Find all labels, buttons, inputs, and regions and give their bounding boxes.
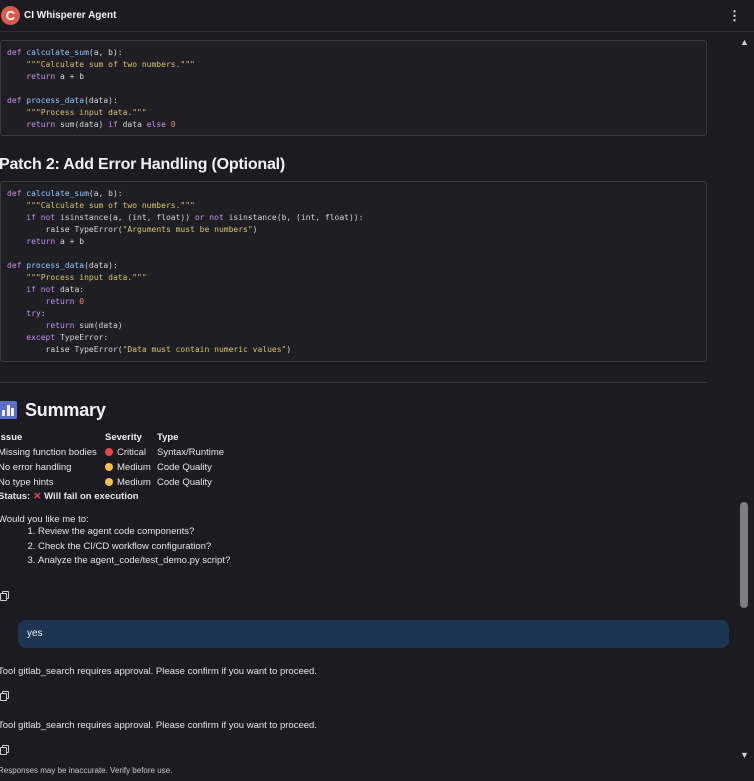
issue-cell: No type hints <box>0 477 54 488</box>
code-line: if not data: <box>26 285 85 294</box>
code-line: except TypeError: <box>26 333 109 342</box>
copy-icon[interactable] <box>0 691 9 701</box>
type-cell: Syntax/Runtime <box>157 447 225 458</box>
severity-dot-icon <box>105 448 113 456</box>
summary-title: Summary <box>25 400 106 420</box>
severity-dot-icon <box>105 478 113 486</box>
code-line: return sum(data) if data else 0 <box>26 120 176 129</box>
code-line: """Process input data.""" <box>7 273 147 282</box>
issues-table: Issue Severity Type Missing function bod… <box>0 430 226 490</box>
scroll-up-arrow-icon[interactable]: ▲ <box>740 37 749 47</box>
severity-dot-icon <box>105 463 113 471</box>
issue-cell: Missing function bodies <box>0 447 97 458</box>
tool-approval-message: Tool gitlab_search requires approval. Pl… <box>0 720 317 731</box>
code-line: if not isinstance(a, (int, float)) or no… <box>26 213 364 222</box>
copy-icon[interactable] <box>0 745 9 755</box>
table-row: Missing function bodies Critical Syntax/Ru… <box>0 445 226 460</box>
user-message-bubble: yes <box>18 620 729 648</box>
code-block-patch2: def calculate_sum(a, b): """Calculate su… <box>0 181 707 362</box>
user-message-text: yes <box>27 628 43 639</box>
tool-approval-message: Tool gitlab_search requires approval. Pl… <box>0 666 317 677</box>
code-line: def calculate_sum(a, b): <box>7 48 123 57</box>
followup-intro: Would you like me to: <box>0 514 89 525</box>
more-options-icon[interactable]: ⋮ <box>728 7 741 25</box>
column-header-severity: Severity <box>105 432 142 443</box>
code-line: def process_data(data): <box>7 96 118 105</box>
type-cell: Code Quality <box>157 462 212 473</box>
status-label: Status: <box>0 491 31 502</box>
bar-chart-icon <box>0 401 17 419</box>
vertical-scrollbar[interactable]: ▲ ▼ <box>740 32 750 781</box>
copy-icon[interactable] <box>0 591 9 601</box>
severity-cell: Critical <box>105 445 157 460</box>
table-header-row: Issue Severity Type <box>0 430 226 445</box>
table-row: No type hints Medium Code Quality <box>0 475 226 490</box>
code-line: raise TypeError("Arguments must be numbe… <box>7 225 258 234</box>
severity-cell: Medium <box>105 475 157 490</box>
patch2-heading: Patch 2: Add Error Handling (Optional) <box>0 156 286 173</box>
list-item: Analyze the agent_code/test_demo.py scri… <box>38 555 230 570</box>
cross-mark-icon: ✕ <box>33 491 42 502</box>
code-line: return 0 <box>45 297 85 306</box>
severity-cell: Medium <box>105 460 157 475</box>
code-line: """Process input data.""" <box>7 108 147 117</box>
agent-logo-icon: C <box>1 6 20 25</box>
code-line: return sum(data) <box>45 321 123 330</box>
app-header: C CI Whisperer Agent ⋮ <box>0 0 754 32</box>
code-line: return a + b <box>26 237 85 246</box>
code-line: """Calculate sum of two numbers.""" <box>7 60 195 69</box>
app-title: CI Whisperer Agent <box>24 10 117 21</box>
type-cell: Code Quality <box>157 477 212 488</box>
list-item: Review the agent code components? <box>38 526 230 541</box>
scrollbar-thumb[interactable] <box>740 502 748 608</box>
code-line: """Calculate sum of two numbers.""" <box>7 201 195 210</box>
column-header-type: Type <box>157 432 179 443</box>
list-item: Check the CI/CD workflow configuration? <box>38 541 230 556</box>
code-line: def calculate_sum(a, b): <box>7 189 123 198</box>
column-header-issue: Issue <box>0 432 23 443</box>
code-line: def process_data(data): <box>7 261 118 270</box>
chat-scroll-area: def calculate_sum(a, b): """Calculate su… <box>0 32 740 781</box>
section-divider <box>0 382 707 383</box>
code-line: return a + b <box>26 72 85 81</box>
table-row: No error handling Medium Code Quality <box>0 460 226 475</box>
severity-label: Critical <box>117 447 147 458</box>
code-block-original: def calculate_sum(a, b): """Calculate su… <box>0 40 707 136</box>
status-line: Status: ✕ Will fail on execution <box>0 491 139 502</box>
code-line: try: <box>26 309 46 318</box>
disclaimer-footer: Responses may be inaccurate. Verify befo… <box>0 766 173 775</box>
code-line: raise TypeError("Data must contain numer… <box>7 345 292 354</box>
summary-heading: Summary <box>0 400 106 421</box>
severity-label: Medium <box>117 462 151 473</box>
severity-label: Medium <box>117 477 151 488</box>
issue-cell: No error handling <box>0 462 72 473</box>
scroll-down-arrow-icon[interactable]: ▼ <box>740 750 749 760</box>
status-value: Will fail on execution <box>44 491 139 502</box>
followup-list: Review the agent code components? Check … <box>26 526 230 570</box>
